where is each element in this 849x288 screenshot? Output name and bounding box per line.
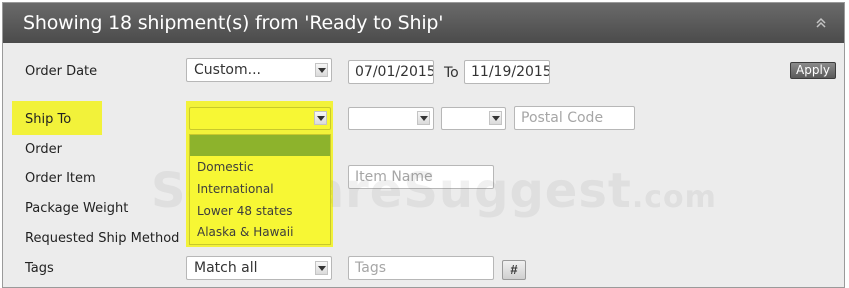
package-weight-label: Package Weight — [25, 201, 129, 216]
ship-to-country-select[interactable] — [348, 107, 434, 130]
dropdown-option-alaska-hawaii[interactable]: Alaska & Hawaii — [197, 225, 293, 239]
dropdown-option-domestic[interactable]: Domestic — [197, 160, 254, 174]
ship-to-dropdown-list: Domestic International Lower 48 states A… — [189, 134, 331, 245]
ship-to-state-select[interactable] — [441, 107, 506, 130]
order-date-preset-select[interactable]: Custom... — [186, 58, 332, 82]
tags-match-select[interactable]: Match all — [186, 256, 332, 280]
chevron-down-icon — [315, 261, 328, 275]
chevron-down-icon — [315, 63, 328, 77]
order-date-label: Order Date — [25, 64, 98, 79]
tags-match-value: Match all — [194, 260, 258, 276]
shipment-filter-panel: Showing 18 shipment(s) from 'Ready to Sh… — [2, 2, 845, 288]
date-to-input[interactable]: 11/19/2015 — [464, 60, 550, 84]
order-date-preset-value: Custom... — [194, 62, 261, 78]
postal-code-input[interactable]: Postal Code — [514, 106, 635, 130]
tags-input[interactable]: Tags — [348, 256, 494, 280]
date-to-label: To — [444, 65, 459, 81]
requested-ship-method-label: Requested Ship Method — [25, 231, 180, 246]
panel-title: Showing 18 shipment(s) from 'Ready to Sh… — [23, 12, 444, 34]
chevron-down-icon — [489, 111, 502, 125]
date-from-input[interactable]: 07/01/2015 — [348, 60, 434, 84]
dropdown-option-blank[interactable] — [190, 135, 330, 156]
order-item-label: Order Item — [25, 171, 96, 186]
apply-button[interactable]: Apply — [790, 62, 836, 79]
tags-label: Tags — [25, 261, 54, 276]
chevron-down-icon — [417, 111, 430, 125]
order-label: Order — [25, 142, 62, 157]
ship-to-label: Ship To — [25, 112, 72, 127]
double-chevron-up-icon[interactable] — [814, 16, 828, 30]
hash-button[interactable]: # — [502, 260, 526, 280]
ship-to-select[interactable] — [189, 107, 331, 130]
dropdown-option-international[interactable]: International — [197, 182, 274, 196]
dropdown-option-lower-48-states[interactable]: Lower 48 states — [197, 204, 293, 218]
watermark-suffix: .com — [631, 180, 717, 215]
panel-header: Showing 18 shipment(s) from 'Ready to Sh… — [3, 3, 844, 43]
item-name-input[interactable]: Item Name — [348, 165, 494, 189]
chevron-down-icon — [314, 111, 327, 125]
